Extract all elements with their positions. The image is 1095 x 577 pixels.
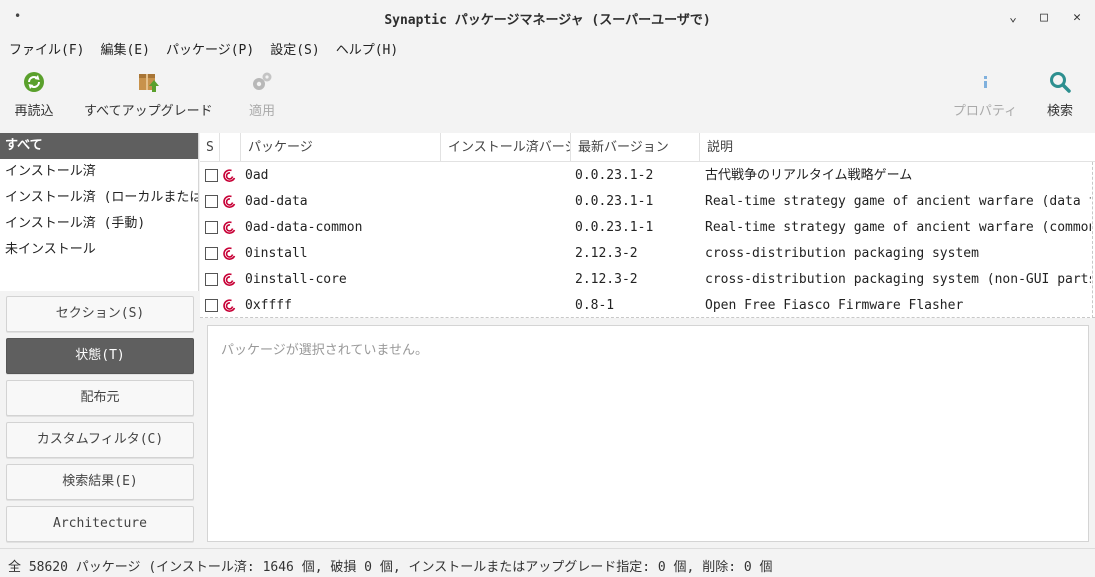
filter-list: すべて インストール済 インストール済 (ローカルまたは インストール済 (手動… [0, 133, 199, 291]
package-name: 0install [245, 246, 308, 261]
column-header-installed-version[interactable]: インストール済バージ [441, 133, 571, 162]
package-name: 0ad [245, 168, 269, 183]
minimize-icon[interactable]: ⌄ [1002, 6, 1024, 28]
info-icon [984, 76, 987, 88]
apply-button[interactable]: 適用 [244, 70, 280, 119]
package-name: 0ad-data [245, 194, 308, 209]
table-row[interactable]: 0install 2.12.3-2 cross-distribution pac… [200, 241, 1095, 267]
package-name: 0install-core [245, 272, 347, 287]
table-row[interactable]: 0ad 0.0.23.1-2 古代戦争のリアルタイム戦略ゲーム [200, 163, 1095, 189]
search-results-button[interactable]: 検索結果(E) [6, 464, 194, 500]
search-button[interactable]: 検索 [1045, 70, 1075, 119]
window-title: Synaptic パッケージマネージャ (スーパーユーザで) [384, 13, 711, 28]
reload-label: 再読込 [14, 104, 54, 119]
package-description: Real-time strategy game of ancient warfa… [705, 194, 1091, 209]
column-header-description[interactable]: 説明 [700, 133, 1095, 162]
search-icon [1050, 72, 1071, 93]
table-edge [1092, 162, 1093, 317]
upgrade-all-label: すべてアップグレード [84, 104, 213, 119]
debian-swirl-icon [223, 195, 236, 208]
menu-edit[interactable]: 編集(E) [92, 39, 157, 58]
filter-not-installed[interactable]: 未インストール [0, 237, 198, 263]
mark-checkbox[interactable] [205, 273, 218, 286]
mark-checkbox[interactable] [205, 195, 218, 208]
latest-version: 0.0.23.1-1 [575, 220, 654, 235]
table-row[interactable]: 0install-core 2.12.3-2 cross-distributio… [200, 267, 1095, 293]
package-details-pane: パッケージが選択されていません。 [207, 325, 1089, 542]
menu-package[interactable]: パッケージ(P) [158, 39, 262, 58]
latest-version: 0.0.23.1-2 [575, 168, 654, 183]
latest-version: 0.0.23.1-1 [575, 194, 654, 209]
status-button[interactable]: 状態(T) [6, 338, 194, 374]
close-icon[interactable]: ✕ [1066, 6, 1088, 28]
table-row[interactable]: 0ad-data-common 0.0.23.1-1 Real-time str… [200, 215, 1095, 241]
menu-settings[interactable]: 設定(S) [262, 39, 327, 58]
mark-checkbox[interactable] [205, 221, 218, 234]
debian-swirl-icon [223, 247, 236, 260]
debian-swirl-icon [223, 221, 236, 234]
debian-swirl-icon [223, 169, 236, 182]
package-upgrade-icon [139, 74, 159, 92]
column-header-latest-version[interactable]: 最新バージョン [571, 133, 700, 162]
reload-icon [24, 72, 44, 92]
menu-bar: ファイル(F) 編集(E) パッケージ(P) 設定(S) ヘルプ(H) [0, 36, 1095, 60]
toolbar: 再読込 すべてアップグレード 適用 プロパティ 検索 [0, 62, 1095, 132]
filter-installed[interactable]: インストール済 [0, 159, 198, 185]
latest-version: 0.8-1 [575, 298, 615, 313]
table-row[interactable]: 0ad-data 0.0.23.1-1 Real-time strategy g… [200, 189, 1095, 215]
gears-icon [253, 72, 272, 90]
no-package-selected-message: パッケージが選択されていません。 [221, 343, 428, 358]
filter-installed-manual[interactable]: インストール済 (手動) [0, 211, 198, 237]
debian-swirl-icon [223, 299, 236, 312]
latest-version: 2.12.3-2 [575, 272, 638, 287]
reload-button[interactable]: 再読込 [13, 70, 55, 119]
package-name: 0xffff [245, 298, 292, 313]
architecture-button[interactable]: Architecture [6, 506, 194, 542]
search-label: 検索 [1046, 104, 1073, 119]
title-bar: • Synaptic パッケージマネージャ (スーパーユーザで) ⌄ □ ✕ [0, 0, 1095, 35]
status-bar: 全 58620 パッケージ (インストール済: 1646 個, 破損 0 個, … [0, 548, 1095, 577]
upgrade-all-button[interactable]: すべてアップグレード [84, 70, 213, 119]
package-table: S パッケージ インストール済バージ 最新バージョン 説明 0ad 0.0.23… [200, 133, 1095, 318]
package-name: 0ad-data-common [245, 220, 363, 235]
latest-version: 2.12.3-2 [575, 246, 638, 261]
filter-all[interactable]: すべて [0, 133, 198, 159]
properties-label: プロパティ [952, 104, 1018, 119]
custom-filter-button[interactable]: カスタムフィルタ(C) [6, 422, 194, 458]
package-description: 古代戦争のリアルタイム戦略ゲーム [705, 168, 913, 183]
origin-button[interactable]: 配布元 [6, 380, 194, 416]
mark-checkbox[interactable] [205, 299, 218, 312]
maximize-icon[interactable]: □ [1033, 6, 1055, 28]
apply-label: 適用 [248, 104, 275, 119]
package-description: Real-time strategy game of ancient warfa… [705, 220, 1091, 235]
package-description: Open Free Fiasco Firmware Flasher [705, 298, 964, 313]
package-description: cross-distribution packaging system [705, 246, 979, 261]
mark-checkbox[interactable] [205, 247, 218, 260]
filter-installed-local[interactable]: インストール済 (ローカルまたは [0, 185, 198, 211]
debian-swirl-icon [223, 273, 236, 286]
table-header: S パッケージ インストール済バージ 最新バージョン 説明 [200, 133, 1095, 162]
table-row[interactable]: 0xffff 0.8-1 Open Free Fiasco Firmware F… [200, 293, 1095, 317]
column-header-icon[interactable] [220, 133, 241, 162]
properties-button[interactable]: プロパティ [952, 70, 1018, 119]
menu-file[interactable]: ファイル(F) [0, 39, 92, 58]
menu-help[interactable]: ヘルプ(H) [328, 39, 406, 58]
mark-checkbox[interactable] [205, 169, 218, 182]
status-text: 全 58620 パッケージ (インストール済: 1646 個, 破損 0 個, … [8, 560, 773, 575]
package-description: cross-distribution packaging system (non… [705, 272, 1091, 287]
column-header-s[interactable]: S [200, 133, 220, 162]
section-button[interactable]: セクション(S) [6, 296, 194, 332]
column-header-package[interactable]: パッケージ [241, 133, 441, 162]
